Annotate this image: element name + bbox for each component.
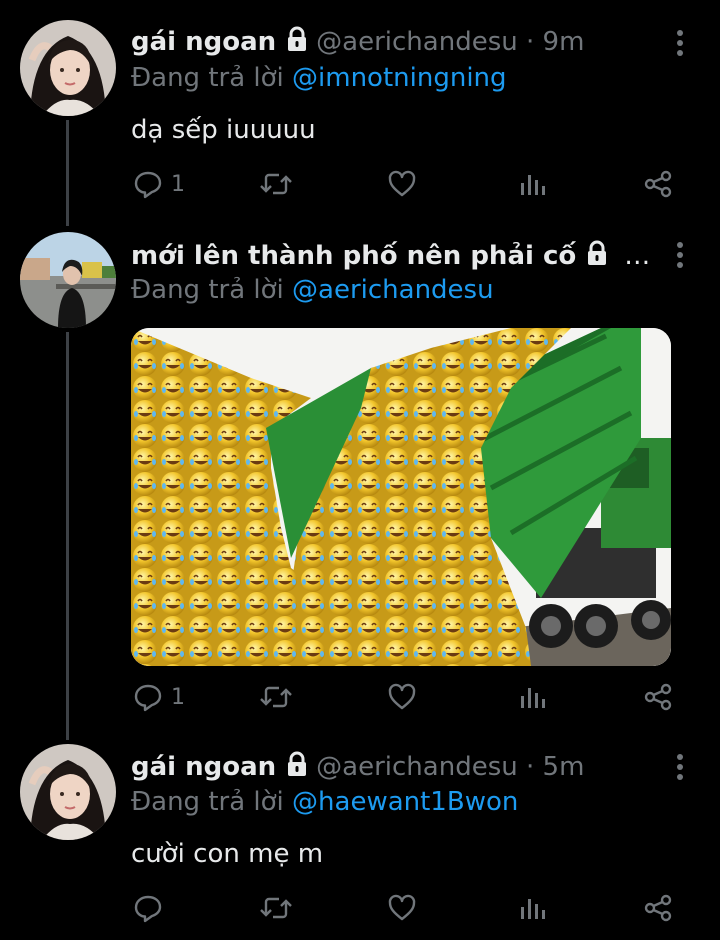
lock-icon xyxy=(584,240,610,274)
display-name[interactable]: gái ngoan xyxy=(131,752,276,782)
like-icon xyxy=(387,682,417,712)
replying-to: Đang trả lời @haewant1Bwon xyxy=(131,786,518,818)
share-button[interactable] xyxy=(643,167,673,201)
reply-icon xyxy=(133,893,163,923)
analytics-button[interactable] xyxy=(518,891,546,925)
tweet-media-image[interactable] xyxy=(131,328,671,666)
timestamp[interactable]: 9m xyxy=(543,27,585,57)
display-name[interactable]: mới lên thành phố nên phải cố xyxy=(131,241,576,271)
separator: · xyxy=(526,752,535,782)
share-icon xyxy=(643,682,673,712)
reply-mention[interactable]: @haewant1Bwon xyxy=(292,787,518,817)
reply-prefix: Đang trả lời xyxy=(131,787,284,817)
lock-icon xyxy=(284,751,310,785)
reply-button[interactable]: 1 xyxy=(133,167,185,201)
retweet-icon xyxy=(259,169,293,199)
display-name[interactable]: gái ngoan xyxy=(131,27,276,57)
tweet-text: cười con mẹ m xyxy=(131,839,324,869)
reply-icon xyxy=(133,169,163,199)
like-button[interactable] xyxy=(387,167,425,201)
avatar[interactable] xyxy=(20,744,116,840)
tweet-header: gái ngoan @aerichandesu · 5m xyxy=(131,751,670,785)
share-icon xyxy=(643,893,673,923)
share-icon xyxy=(643,169,673,199)
action-bar xyxy=(131,891,676,925)
analytics-icon xyxy=(518,169,546,199)
separator: · xyxy=(526,27,535,57)
reply-mention[interactable]: @imnotningning xyxy=(292,63,507,93)
replying-to: Đang trả lời @aerichandesu xyxy=(131,274,494,306)
retweet-button[interactable] xyxy=(259,891,301,925)
more-icon[interactable] xyxy=(670,752,690,782)
analytics-button[interactable] xyxy=(518,680,546,714)
reply-prefix: Đang trả lời xyxy=(131,63,284,93)
tweet-header: mới lên thành phố nên phải cố@hae... xyxy=(131,240,656,274)
like-button[interactable] xyxy=(387,891,425,925)
action-bar: 1 xyxy=(131,680,676,714)
retweet-button[interactable] xyxy=(259,167,301,201)
thread-line xyxy=(66,120,69,226)
share-button[interactable] xyxy=(643,680,673,714)
analytics-icon xyxy=(518,682,546,712)
like-icon xyxy=(387,893,417,923)
tweet-text: dạ sếp iuuuuu xyxy=(131,115,316,145)
reply-count: 1 xyxy=(171,171,185,197)
thread-line xyxy=(66,332,69,740)
handle[interactable]: @aerichandesu xyxy=(316,752,518,782)
reply-button[interactable]: 1 xyxy=(133,680,185,714)
more-icon[interactable] xyxy=(670,28,690,58)
retweet-icon xyxy=(259,682,293,712)
like-button[interactable] xyxy=(387,680,425,714)
replying-to: Đang trả lời @imnotningning xyxy=(131,62,507,94)
analytics-button[interactable] xyxy=(518,167,546,201)
action-bar: 1 xyxy=(131,167,676,201)
analytics-icon xyxy=(518,893,546,923)
like-icon xyxy=(387,169,417,199)
avatar[interactable] xyxy=(20,232,116,328)
reply-icon xyxy=(133,682,163,712)
lock-icon xyxy=(284,26,310,60)
reply-button[interactable] xyxy=(133,891,171,925)
reply-count: 1 xyxy=(171,684,185,710)
more-icon[interactable] xyxy=(670,240,690,270)
tweet-header: gái ngoan @aerichandesu · 9m xyxy=(131,26,670,60)
retweet-button[interactable] xyxy=(259,680,301,714)
share-button[interactable] xyxy=(643,891,673,925)
reply-mention[interactable]: @aerichandesu xyxy=(292,275,494,305)
reply-prefix: Đang trả lời xyxy=(131,275,284,305)
avatar[interactable] xyxy=(20,20,116,116)
timestamp[interactable]: 5m xyxy=(543,752,585,782)
retweet-icon xyxy=(259,893,293,923)
handle[interactable]: @aerichandesu xyxy=(316,27,518,57)
